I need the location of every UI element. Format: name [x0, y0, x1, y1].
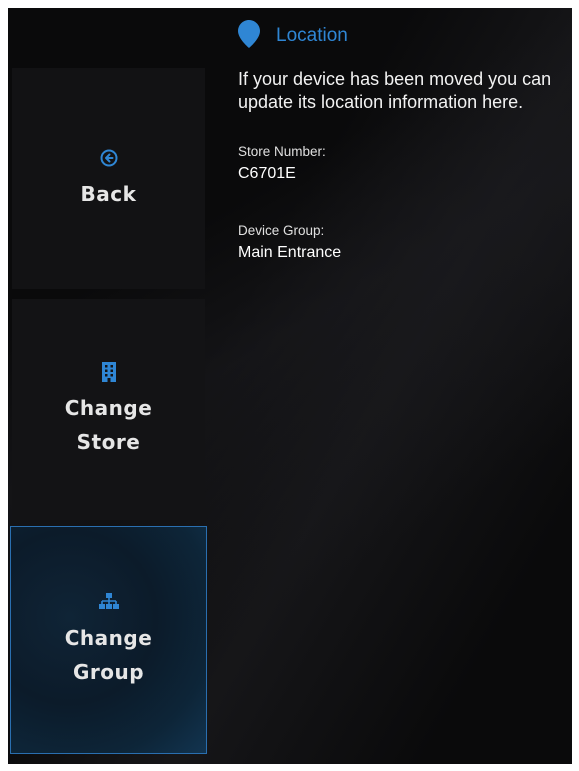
location-description: If your device has been moved you can up…: [238, 69, 552, 112]
panel-header: Location: [238, 19, 568, 53]
store-number-label: Store Number:: [238, 144, 326, 159]
change-group-label-line2: Group: [72, 660, 145, 684]
store-number-field: Store Number: C6701E: [238, 144, 568, 183]
device-group-value: Main Entrance: [238, 244, 342, 261]
change-store-label-line1: Change: [64, 395, 153, 420]
back-button-label: Back: [80, 181, 137, 206]
device-group-field: Device Group: Main Entrance: [238, 223, 568, 262]
org-hierarchy-icon: [98, 591, 120, 613]
location-panel: Location If your device has been moved y…: [238, 19, 568, 262]
back-arrow-circle-icon: [98, 147, 120, 169]
change-store-button[interactable]: Change Store: [12, 299, 205, 520]
map-pin-icon: [238, 19, 260, 53]
page-title: Location: [276, 25, 348, 46]
change-group-label-line1: Change: [64, 626, 153, 650]
sidebar: Back Change Store Change Group: [8, 8, 208, 764]
device-group-label: Device Group:: [238, 223, 325, 238]
store-number-value: C6701E: [238, 165, 296, 182]
change-store-label-line2: Store: [76, 429, 141, 454]
app-screen: Back Change Store Change Group Location …: [8, 8, 572, 764]
building-icon: [98, 361, 120, 383]
back-button[interactable]: Back: [12, 68, 205, 289]
change-group-button[interactable]: Change Group: [10, 526, 207, 754]
